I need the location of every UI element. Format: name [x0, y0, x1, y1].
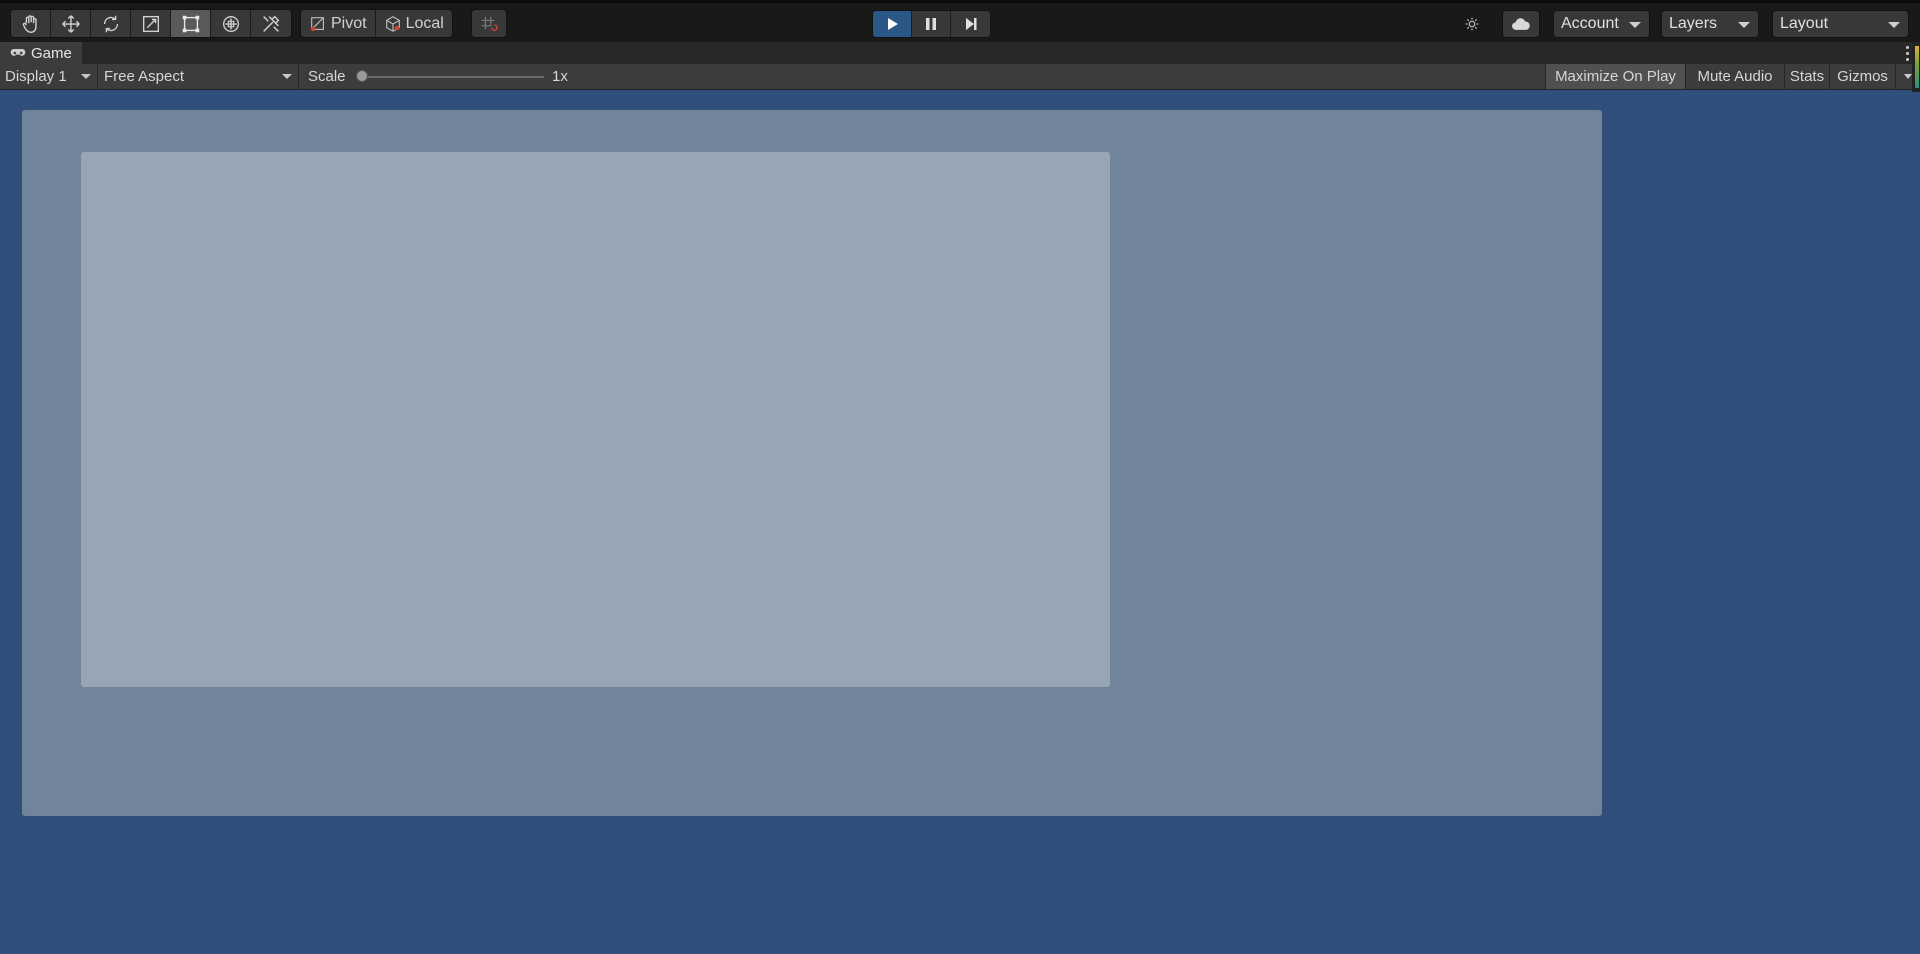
local-cube-icon: [385, 15, 400, 32]
transform-tools: [10, 9, 292, 38]
scale-tool-button[interactable]: [131, 10, 171, 37]
chevron-down-icon: [1629, 22, 1641, 28]
maximize-on-play-toggle[interactable]: Maximize On Play: [1545, 64, 1685, 89]
custom-tools-button[interactable]: [251, 10, 291, 37]
rotate-icon: [103, 15, 118, 32]
chevron-down-icon: [1738, 22, 1750, 28]
services-icon: [1465, 17, 1479, 31]
pivot-toggle[interactable]: Pivot: [301, 10, 376, 37]
transform-tool-button[interactable]: [211, 10, 251, 37]
grid-snap-button[interactable]: [471, 9, 507, 38]
scale-label: Scale: [303, 64, 363, 89]
game-view[interactable]: [0, 90, 1920, 954]
inner-panel: [81, 152, 1110, 687]
tab-game[interactable]: Game: [0, 42, 82, 64]
local-toggle[interactable]: Local: [375, 10, 452, 37]
layers-dropdown[interactable]: Layers: [1661, 10, 1759, 38]
pause-button[interactable]: [912, 11, 951, 37]
chevron-down-icon: [282, 74, 292, 79]
main-toolbar: Pivot Local Account Layers Layout: [0, 0, 1920, 42]
aspect-dropdown[interactable]: Free Aspect: [99, 64, 299, 89]
scale-icon: [142, 15, 159, 32]
layout-label: Layout: [1780, 15, 1829, 32]
move-icon: [61, 14, 80, 33]
step-icon: [965, 18, 976, 30]
grid-snap-icon: [481, 16, 498, 31]
account-dropdown[interactable]: Account: [1553, 10, 1650, 38]
hand-icon: [22, 14, 37, 33]
pivot-local-group: Pivot Local: [300, 9, 453, 38]
pause-icon: [926, 18, 936, 30]
play-icon: [888, 18, 898, 30]
layers-label: Layers: [1669, 15, 1718, 32]
outer-panel: [22, 110, 1602, 816]
audio-level-meter: [1915, 46, 1919, 88]
scale-value-text: 1x: [552, 68, 568, 85]
pivot-label: Pivot: [331, 14, 367, 32]
stats-toggle[interactable]: Stats: [1784, 64, 1829, 89]
mute-audio-label: Mute Audio: [1697, 68, 1773, 85]
scale-value: 1x: [547, 64, 587, 89]
custom-tools-icon: [263, 15, 280, 32]
layout-dropdown[interactable]: Layout: [1772, 10, 1909, 38]
hand-tool-button[interactable]: [11, 10, 51, 37]
gizmos-toggle[interactable]: Gizmos: [1829, 64, 1895, 89]
scale-slider-track[interactable]: [362, 76, 544, 78]
rotate-tool-button[interactable]: [91, 10, 131, 37]
local-label: Local: [405, 14, 444, 32]
gizmos-label: Gizmos: [1837, 68, 1888, 85]
kebab-menu-icon[interactable]: [1904, 44, 1910, 62]
display-dropdown[interactable]: Display 1: [0, 64, 98, 89]
account-label: Account: [1561, 15, 1619, 32]
cloud-button[interactable]: [1502, 10, 1540, 38]
chevron-down-icon: [1904, 74, 1912, 79]
tab-game-label: Game: [31, 44, 72, 62]
playmode-controls: [872, 10, 991, 38]
play-button[interactable]: [873, 11, 912, 37]
mute-audio-toggle[interactable]: Mute Audio: [1685, 64, 1784, 89]
scale-label-text: Scale: [308, 68, 346, 85]
stats-label: Stats: [1789, 68, 1825, 85]
chevron-down-icon: [1888, 22, 1900, 28]
chevron-down-icon: [81, 74, 91, 79]
cloud-icon: [1512, 18, 1530, 30]
game-view-toolbar: Display 1 Free Aspect Scale 1x Maximize …: [0, 64, 1920, 90]
scale-slider-thumb[interactable]: [356, 70, 368, 82]
aspect-label: Free Aspect: [104, 68, 185, 85]
rect-tool-button[interactable]: [171, 10, 211, 37]
rect-tool-icon: [182, 15, 199, 32]
services-button[interactable]: [1453, 10, 1491, 38]
move-tool-button[interactable]: [51, 10, 91, 37]
pivot-icon: [310, 16, 324, 31]
gamepad-icon: [10, 48, 26, 56]
tab-bar: Game: [0, 42, 1920, 64]
transform-icon: [222, 15, 239, 32]
step-button[interactable]: [951, 11, 990, 37]
maximize-on-play-label: Maximize On Play: [1555, 68, 1676, 85]
display-label: Display 1: [5, 68, 67, 85]
